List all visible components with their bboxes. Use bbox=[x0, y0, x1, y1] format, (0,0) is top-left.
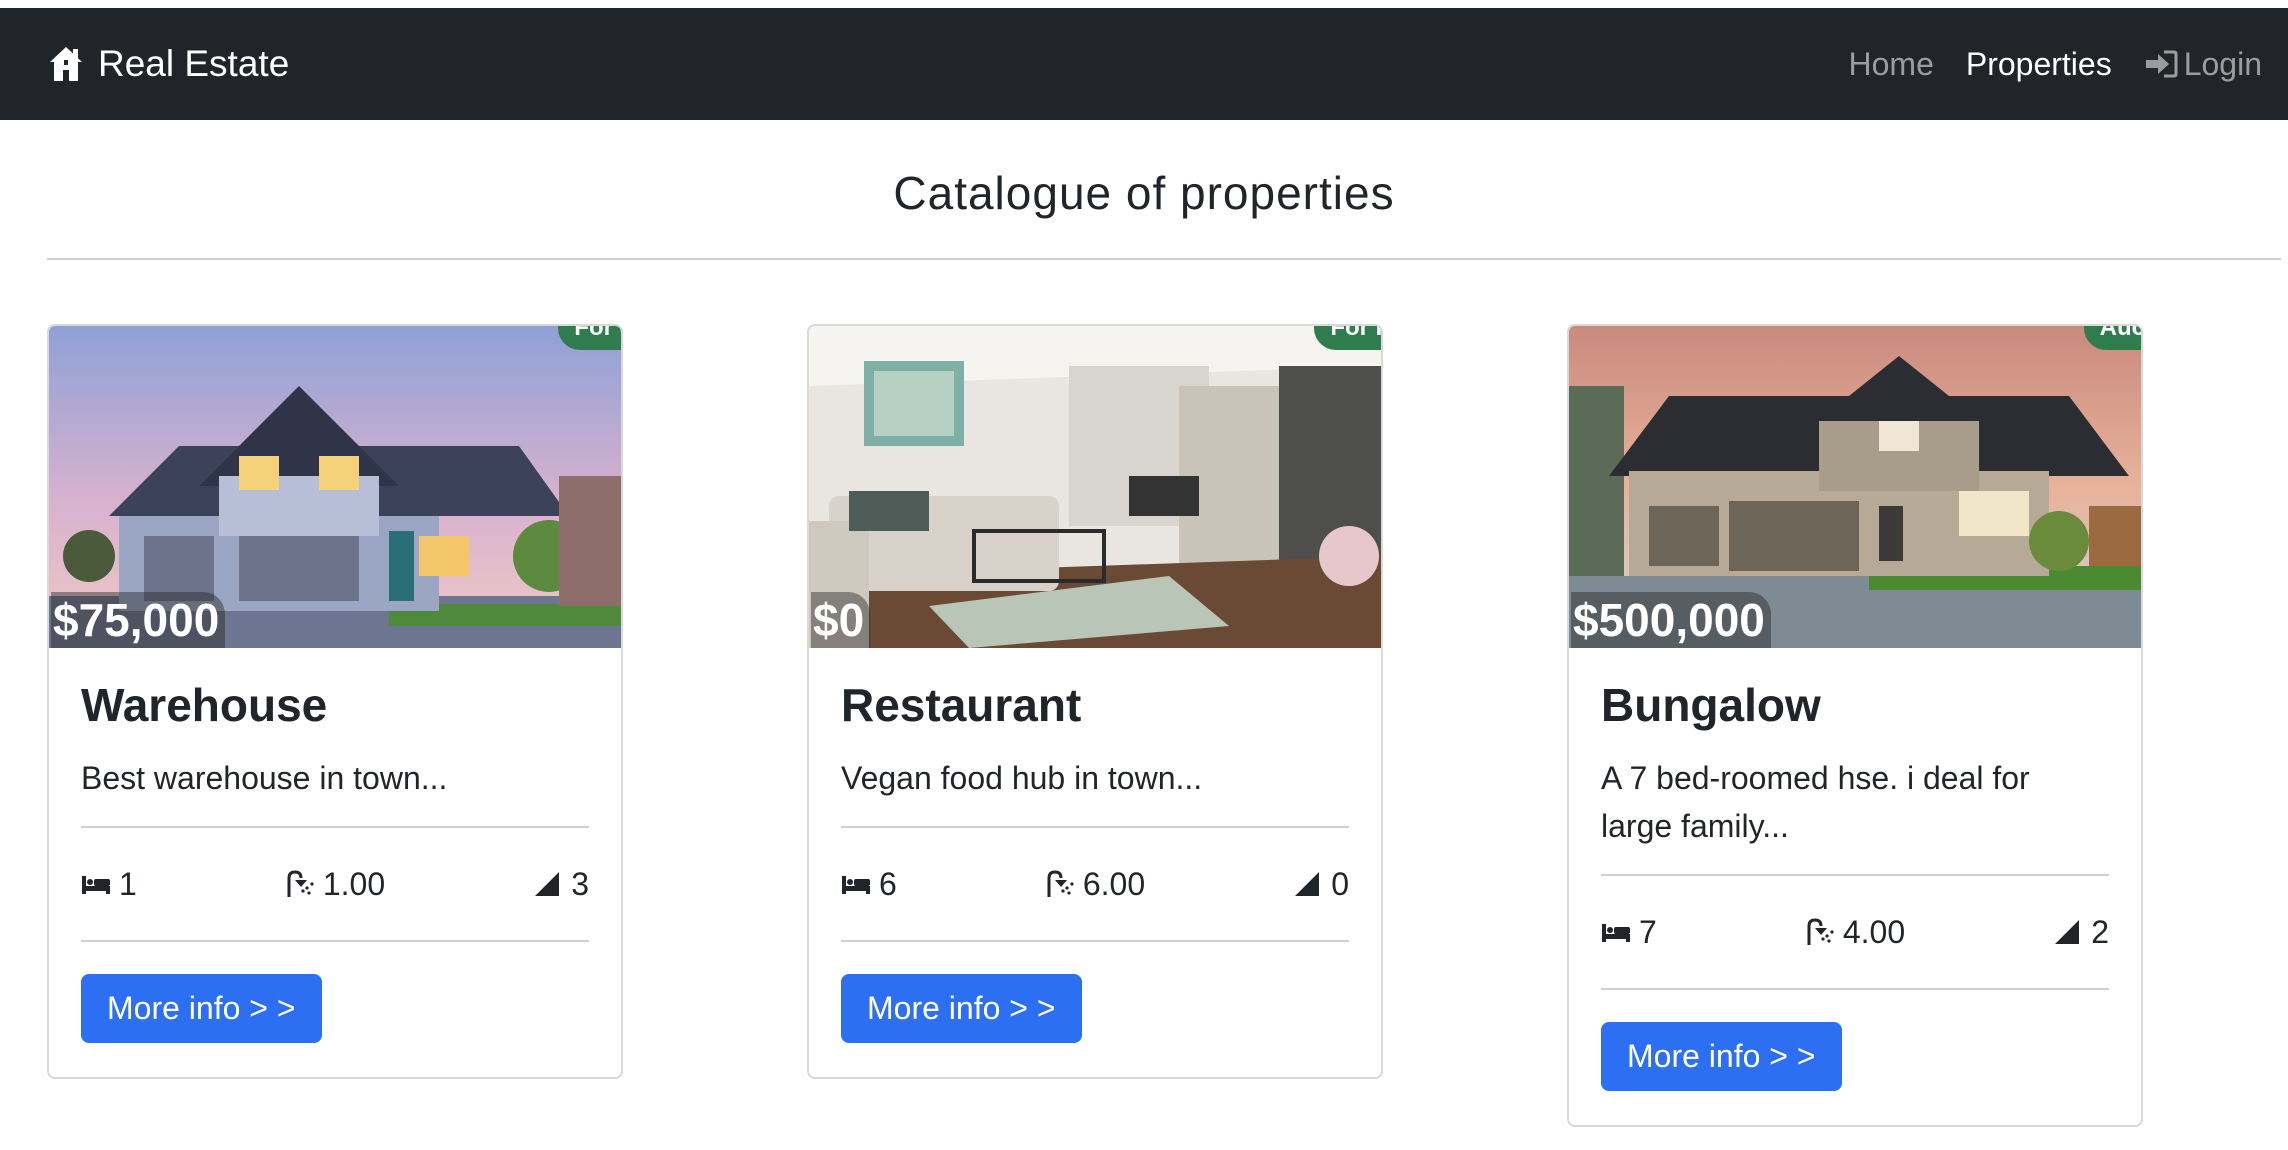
status-badge: For Rent bbox=[1314, 326, 1381, 350]
title-divider bbox=[47, 258, 2281, 260]
card-body: Warehouse Best warehouse in town... 1 1.… bbox=[49, 648, 621, 1077]
bathrooms-stat: 6.00 bbox=[1045, 866, 1145, 903]
area-stat: 2 bbox=[2053, 914, 2109, 951]
card-body: Bungalow A 7 bed-roomed hse. i deal for … bbox=[1569, 648, 2141, 1125]
nav-login[interactable]: Login bbox=[2144, 46, 2262, 83]
bedrooms-stat: 7 bbox=[1601, 914, 1657, 951]
bedrooms-count: 6 bbox=[879, 865, 897, 902]
area-icon bbox=[1295, 872, 1320, 896]
property-title: Warehouse bbox=[81, 679, 328, 731]
more-info-button[interactable]: More info > > bbox=[1601, 1022, 1842, 1091]
property-image[interactable]: $0 For Rent bbox=[809, 326, 1381, 648]
card-body: Restaurant Vegan food hub in town... 6 6… bbox=[809, 648, 1381, 1077]
property-card: $75,000 For Sale Warehouse Best warehous… bbox=[47, 324, 623, 1079]
property-card: $500,000 Auction Bungalow A 7 bed-roomed… bbox=[1567, 324, 2143, 1127]
property-stats: 6 6.00 0 bbox=[841, 828, 1349, 940]
property-description: A 7 bed-roomed hse. i deal for large fam… bbox=[1601, 760, 2030, 844]
area-icon bbox=[535, 872, 560, 896]
property-price: $500,000 bbox=[1571, 592, 1771, 648]
nav-login-label: Login bbox=[2183, 45, 2262, 82]
card-divider bbox=[841, 940, 1349, 942]
interior-photo bbox=[809, 326, 1381, 648]
bedrooms-stat: 1 bbox=[81, 866, 137, 903]
property-image[interactable]: $500,000 Auction bbox=[1569, 326, 2141, 648]
brand-name: Real Estate bbox=[98, 43, 290, 84]
top-strip bbox=[0, 0, 2288, 8]
property-image[interactable]: $75,000 For Sale bbox=[49, 326, 621, 648]
bed-icon bbox=[842, 876, 870, 894]
page-title: Catalogue of properties bbox=[893, 167, 1395, 219]
area-icon bbox=[2055, 920, 2080, 944]
status-badge: For Sale bbox=[558, 326, 621, 350]
brand-link[interactable]: Real Estate bbox=[48, 38, 289, 90]
more-info-button[interactable]: More info > > bbox=[841, 974, 1082, 1043]
area-value: 0 bbox=[1331, 865, 1349, 902]
property-description: Vegan food hub in town... bbox=[841, 760, 1203, 796]
bed-icon bbox=[1602, 924, 1630, 942]
area-value: 3 bbox=[571, 865, 589, 902]
bedrooms-stat: 6 bbox=[841, 866, 897, 903]
nav-properties[interactable]: Properties bbox=[1966, 46, 2112, 83]
navbar: Real Estate Home Properties Login bbox=[0, 8, 2288, 120]
bathrooms-count: 6.00 bbox=[1082, 865, 1146, 902]
nav-links: Home Properties Login bbox=[1817, 38, 2263, 90]
property-price: $0 bbox=[811, 592, 871, 648]
area-stat: 0 bbox=[1293, 866, 1349, 903]
property-stats: 1 1.00 3 bbox=[81, 828, 589, 940]
bed-icon bbox=[82, 876, 110, 894]
bedrooms-count: 1 bbox=[119, 865, 137, 902]
more-info-button[interactable]: More info > > bbox=[81, 974, 322, 1043]
bathrooms-stat: 4.00 bbox=[1805, 914, 1905, 951]
property-title: Bungalow bbox=[1601, 679, 1821, 731]
card-divider bbox=[81, 940, 589, 942]
card-divider bbox=[1601, 988, 2109, 990]
bedrooms-count: 7 bbox=[1639, 913, 1657, 950]
property-title: Restaurant bbox=[841, 679, 1082, 731]
property-card: $0 For Rent Restaurant Vegan food hub in… bbox=[807, 324, 1383, 1079]
bathrooms-stat: 1.00 bbox=[285, 866, 385, 903]
nav-home[interactable]: Home bbox=[1849, 46, 1934, 83]
sign-in-icon bbox=[2145, 50, 2178, 78]
bathrooms-count: 1.00 bbox=[322, 865, 386, 902]
shower-icon bbox=[1807, 918, 1834, 945]
shower-icon bbox=[287, 870, 314, 897]
property-description: Best warehouse in town... bbox=[81, 760, 448, 796]
property-stats: 7 4.00 2 bbox=[1601, 876, 2109, 988]
area-value: 2 bbox=[2091, 913, 2109, 950]
bathrooms-count: 4.00 bbox=[1842, 913, 1906, 950]
shower-icon bbox=[1047, 870, 1074, 897]
property-price: $75,000 bbox=[51, 592, 226, 648]
house-icon bbox=[50, 47, 82, 81]
area-stat: 3 bbox=[533, 866, 589, 903]
